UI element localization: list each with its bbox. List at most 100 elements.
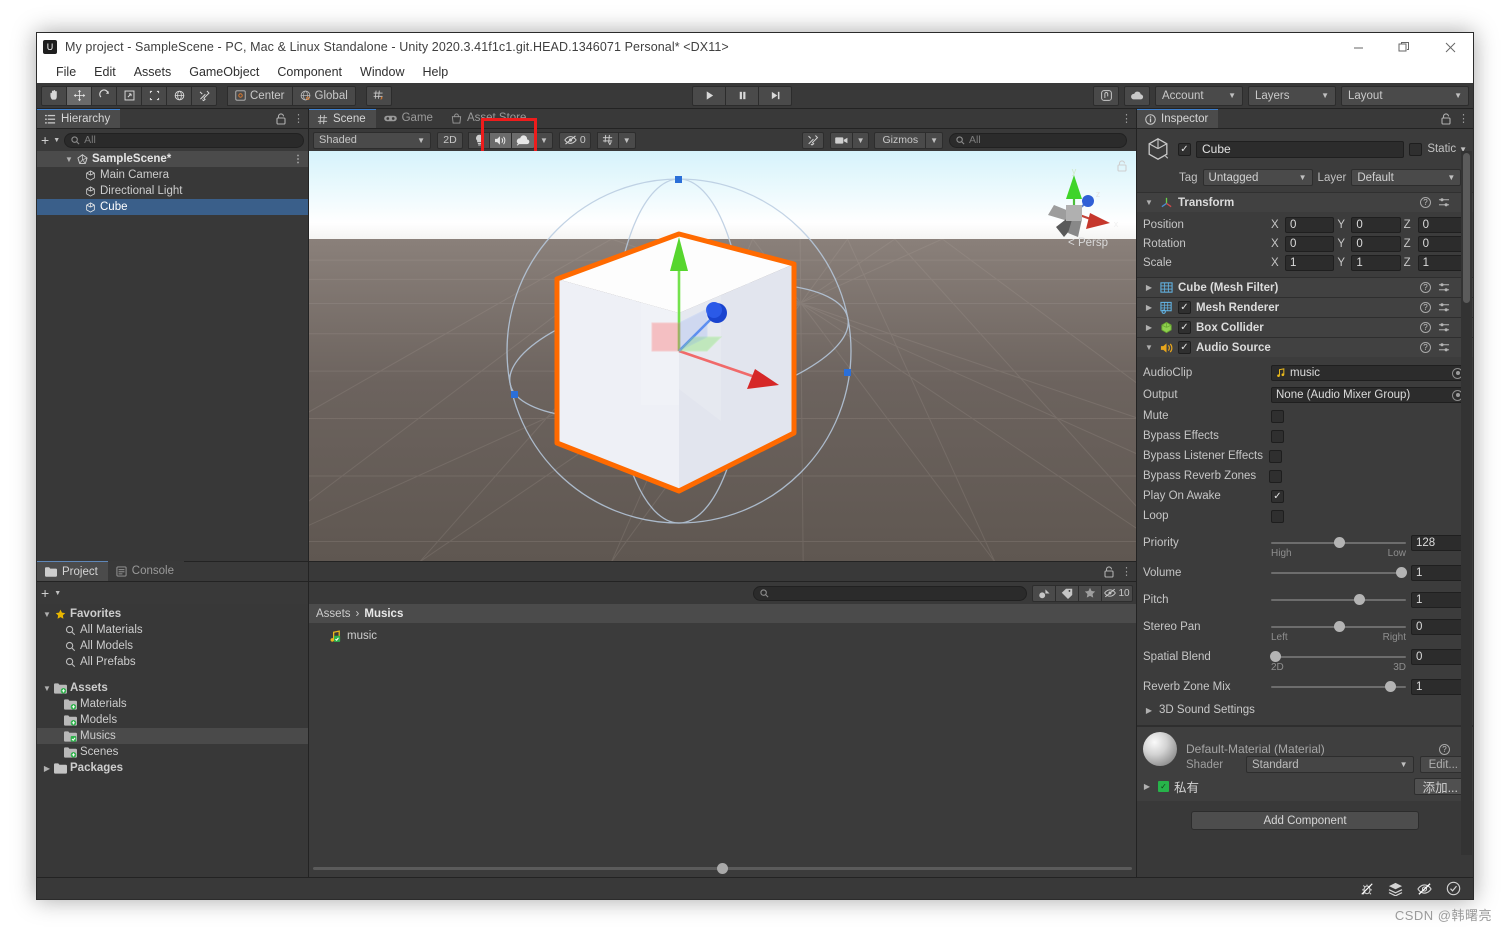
layer-dropdown[interactable]: Default ▼ — [1351, 169, 1462, 186]
scale-x-input[interactable]: 1 — [1285, 254, 1335, 271]
filter-by-type-icon[interactable] — [1032, 584, 1056, 602]
lock-icon[interactable] — [276, 112, 286, 125]
scrollbar-knob[interactable] — [1463, 153, 1470, 303]
volume-value-input[interactable]: 1 — [1411, 564, 1467, 581]
slider-knob[interactable] — [1384, 681, 1396, 692]
output-object-field[interactable]: None (Audio Mixer Group) — [1271, 387, 1467, 403]
project-horizontal-scrollbar[interactable] — [309, 862, 1136, 875]
asset-item-music[interactable]: music — [309, 627, 1136, 645]
tab-inspector[interactable]: Inspector — [1137, 109, 1219, 128]
expand-triangle-icon[interactable]: ▶ — [1143, 303, 1155, 312]
hierarchy-search-input[interactable]: All — [64, 132, 304, 148]
cloud-icon[interactable] — [1124, 85, 1150, 106]
reverb-zone-mix-slider[interactable] — [1271, 679, 1406, 695]
component-header-audio-source[interactable]: ▼ ✓ Audio Source ? ⋮ — [1137, 338, 1473, 357]
rotation-z-input[interactable]: 0 — [1417, 235, 1467, 252]
gizmos-dropdown-caret[interactable]: ▼ — [925, 131, 943, 149]
minimize-button[interactable] — [1335, 33, 1381, 61]
project-tree-materials[interactable]: Materials — [37, 696, 308, 712]
inspector-vertical-scrollbar[interactable] — [1461, 151, 1472, 855]
expand-triangle-icon[interactable]: ▼ — [41, 610, 53, 619]
favorites-filter-icon[interactable] — [1078, 584, 1102, 602]
rotate-tool-icon[interactable] — [91, 85, 117, 106]
menu-component[interactable]: Component — [268, 63, 351, 81]
expand-triangle-icon[interactable]: ▶ — [1143, 283, 1155, 292]
tab-scene[interactable]: Scene — [309, 109, 376, 128]
hierarchy-item-main-camera[interactable]: Main Camera — [37, 167, 308, 183]
chevron-down-icon[interactable]: ▼ — [54, 590, 61, 597]
kebab-menu-icon[interactable]: ⋮ — [1121, 112, 1132, 125]
scene-camera-icon[interactable] — [829, 131, 853, 149]
layers-dropdown[interactable]: Layers ▼ — [1248, 85, 1336, 106]
tab-project[interactable]: Project — [37, 561, 108, 581]
project-tree-all-prefabs[interactable]: All Prefabs — [37, 654, 308, 670]
hierarchy-item-cube[interactable]: Cube — [37, 199, 308, 215]
priority-value-input[interactable]: 128 — [1411, 534, 1467, 551]
bug-off-icon[interactable] — [1360, 882, 1374, 896]
stereo-pan-slider[interactable] — [1271, 619, 1406, 635]
pitch-slider[interactable] — [1271, 592, 1406, 608]
help-icon[interactable]: ? — [1420, 282, 1431, 293]
priority-slider[interactable] — [1271, 535, 1406, 551]
help-icon[interactable]: ? — [1420, 342, 1431, 353]
camera-dropdown-caret[interactable]: ▼ — [851, 131, 870, 149]
hidden-assets-count[interactable]: 10 — [1101, 584, 1133, 602]
close-button[interactable] — [1427, 33, 1473, 61]
expand-triangle-icon[interactable]: ▼ — [1143, 343, 1155, 352]
position-x-input[interactable]: 0 — [1285, 216, 1335, 233]
shader-dropdown[interactable]: Standard ▼ — [1246, 756, 1414, 773]
mute-checkbox[interactable] — [1271, 409, 1284, 423]
grid-dropdown-caret[interactable]: ▼ — [617, 131, 636, 149]
stereo-pan-value-input[interactable]: 0 — [1411, 618, 1467, 635]
lock-icon[interactable] — [1441, 112, 1451, 125]
audio-toggle-icon[interactable] — [489, 131, 512, 149]
scene-tools-icon[interactable] — [801, 131, 824, 149]
component-header-transform[interactable]: ▼ Transform ? ⋮ — [1137, 193, 1473, 212]
project-tree-all-materials[interactable]: All Materials — [37, 622, 308, 638]
hidden-objects-toggle[interactable]: 0 — [558, 131, 591, 149]
fx-toggle-icon[interactable] — [511, 131, 535, 149]
project-tree-packages[interactable]: ▶ Packages — [37, 760, 308, 776]
collab-icon[interactable] — [1093, 85, 1119, 106]
tab-asset-store[interactable]: Asset Store — [442, 109, 537, 128]
space-mode-button[interactable]: Global — [291, 85, 356, 106]
reverb-zone-mix-value-input[interactable]: 1 — [1411, 678, 1467, 695]
scale-z-input[interactable]: 1 — [1417, 254, 1467, 271]
preset-icon[interactable] — [1438, 322, 1450, 333]
grid-snap-icon[interactable] — [365, 85, 392, 106]
expand-triangle-icon[interactable]: ▼ — [1143, 198, 1155, 207]
audioclip-object-field[interactable]: music — [1271, 365, 1467, 381]
expand-triangle-icon[interactable]: ▶ — [1143, 323, 1155, 332]
rect-tool-icon[interactable] — [141, 85, 167, 106]
bypass-effects-checkbox[interactable] — [1271, 429, 1284, 443]
asset-grid[interactable]: music — [309, 623, 1136, 877]
play-button[interactable] — [692, 85, 727, 106]
move-tool-icon[interactable] — [66, 85, 92, 106]
scene-search-input[interactable]: All — [949, 132, 1127, 148]
expand-triangle-icon[interactable]: ▶ — [1141, 782, 1153, 791]
step-button[interactable] — [758, 85, 793, 106]
slider-knob[interactable] — [1333, 537, 1345, 548]
add-component-button[interactable]: Add Component — [1191, 811, 1419, 830]
preset-icon[interactable] — [1438, 282, 1450, 293]
edit-shader-button[interactable]: Edit... — [1419, 756, 1467, 773]
tab-game[interactable]: Game — [375, 109, 443, 128]
tab-console[interactable]: Console — [107, 561, 184, 581]
lighting-toggle-icon[interactable] — [468, 131, 490, 149]
kebab-menu-icon[interactable]: ⋮ — [293, 112, 304, 125]
scale-y-input[interactable]: 1 — [1351, 254, 1401, 271]
menu-file[interactable]: File — [47, 63, 85, 81]
expand-triangle-icon[interactable]: ▶ — [1143, 706, 1155, 715]
mesh-renderer-enabled-checkbox[interactable]: ✓ — [1178, 301, 1191, 314]
gizmos-button[interactable]: Gizmos — [874, 131, 927, 149]
slider-knob[interactable] — [1270, 651, 1281, 662]
gameobject-name-input[interactable]: Cube — [1196, 140, 1405, 158]
bypass-reverb-zones-checkbox[interactable] — [1269, 469, 1282, 483]
menu-assets[interactable]: Assets — [125, 63, 181, 81]
pause-button[interactable] — [725, 85, 760, 106]
preset-icon[interactable] — [1438, 197, 1450, 208]
expand-triangle-icon[interactable]: ▶ — [41, 764, 53, 773]
hierarchy-item-directional-light[interactable]: Directional Light — [37, 183, 308, 199]
rotation-y-input[interactable]: 0 — [1351, 235, 1401, 252]
bypass-listener-effects-checkbox[interactable] — [1269, 449, 1282, 463]
